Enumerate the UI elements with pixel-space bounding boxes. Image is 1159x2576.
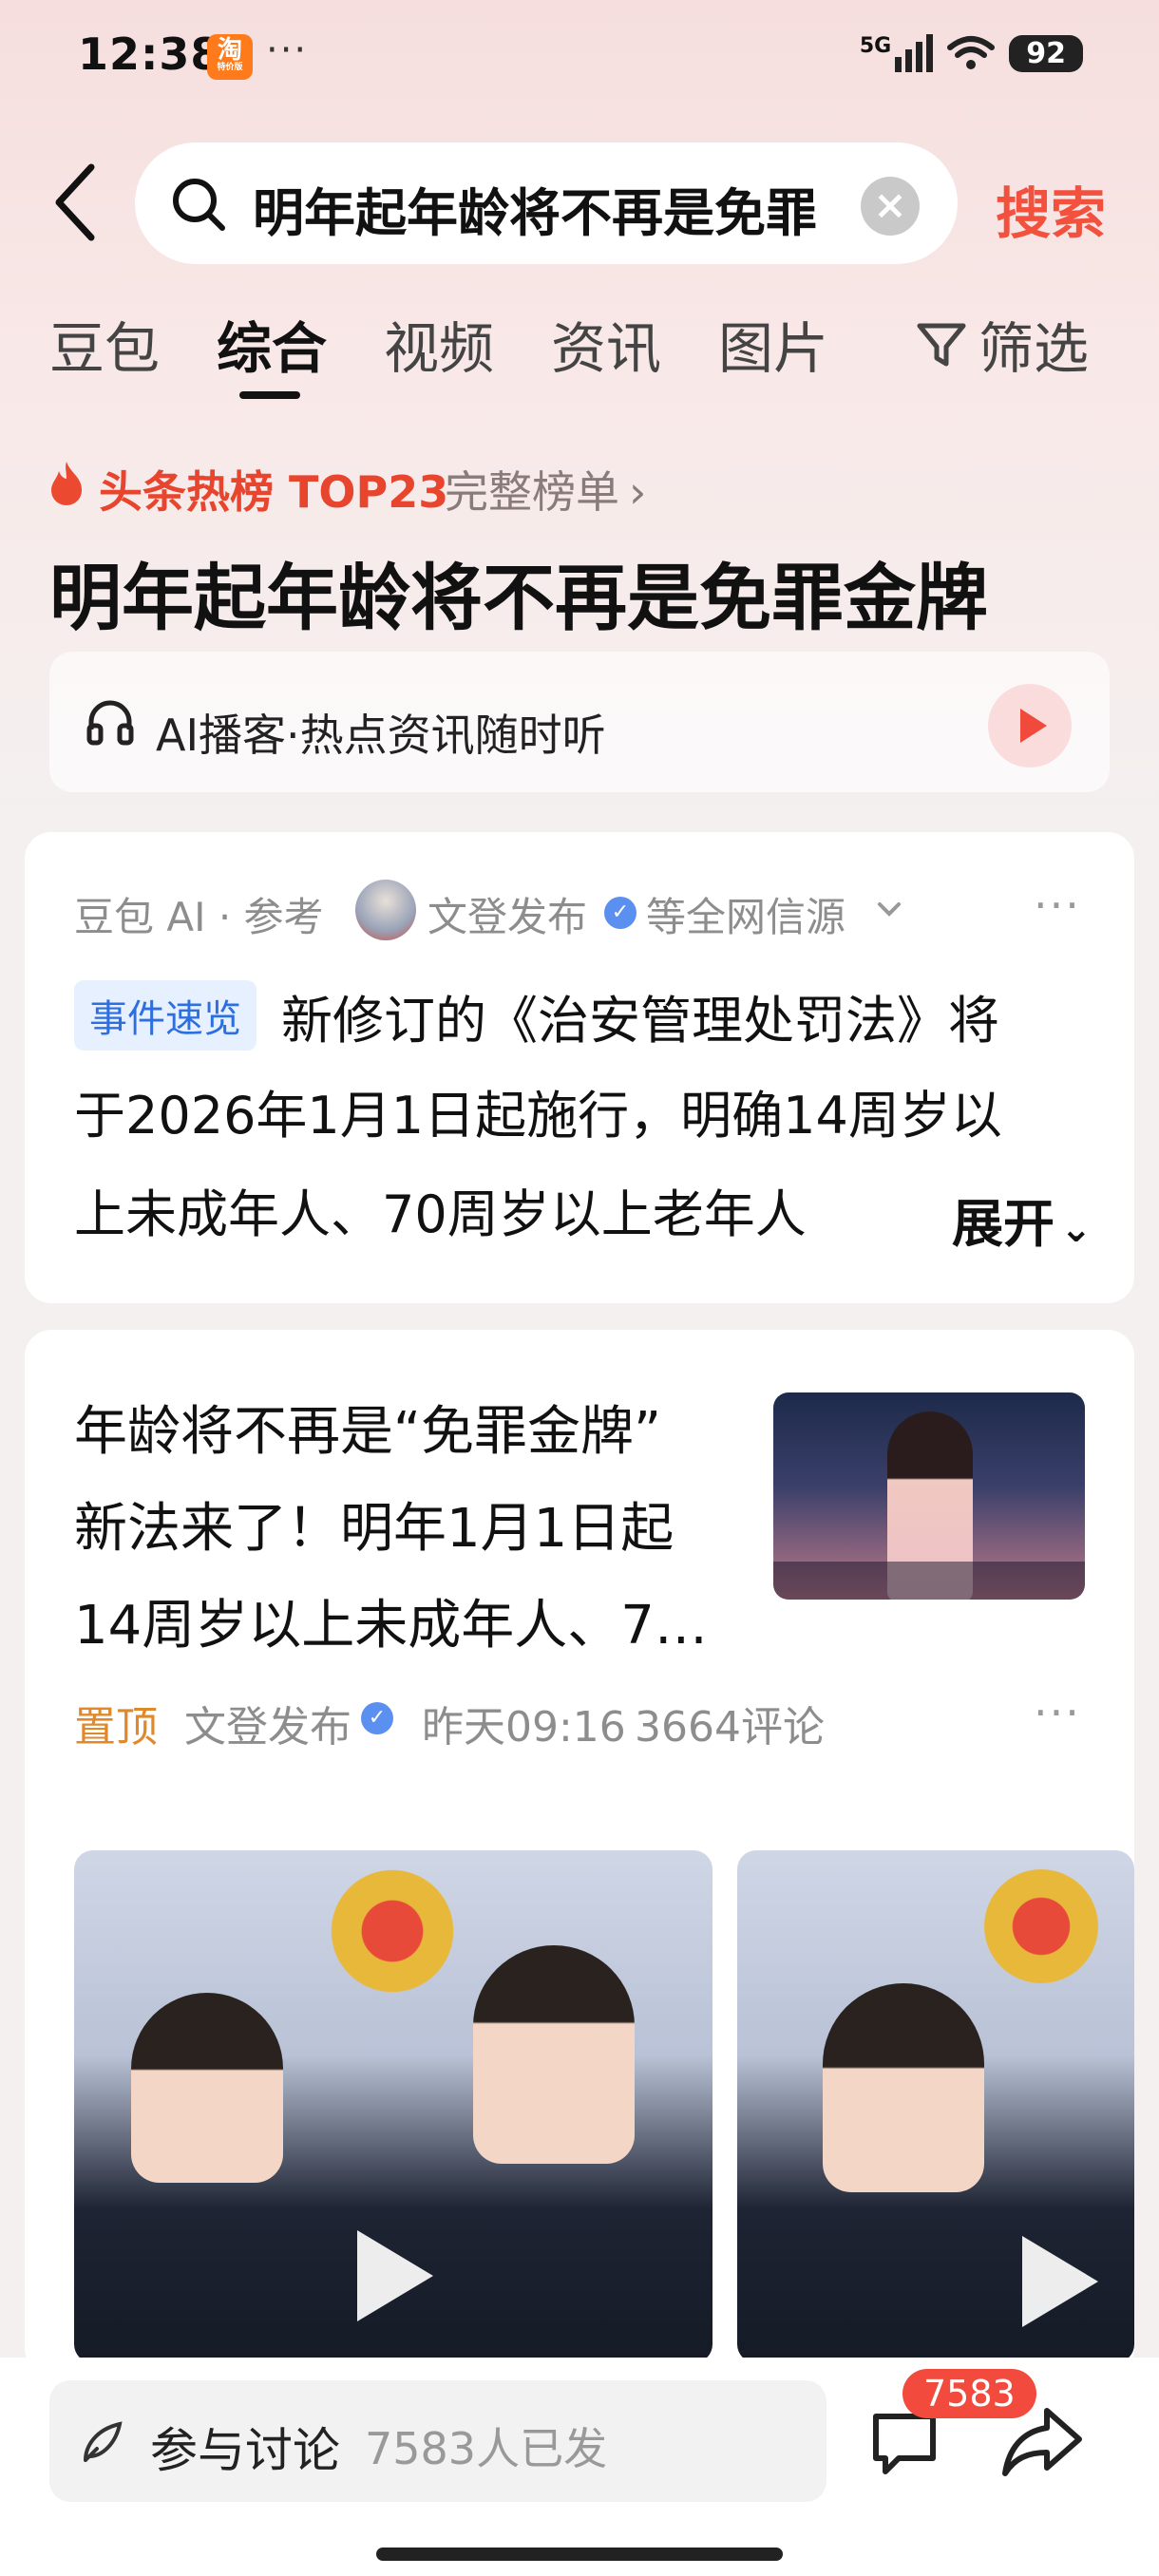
filter-button[interactable]: 筛选 xyxy=(914,304,1089,384)
summary-line: 新修订的《治安管理处罚法》将 xyxy=(281,991,999,1051)
chevron-down-icon: ⌄ xyxy=(1060,1207,1092,1251)
home-indicator[interactable] xyxy=(376,2548,783,2561)
signal-icon: 5G xyxy=(859,34,934,72)
status-time: 12:38 xyxy=(78,28,222,80)
news-title-line[interactable]: 年龄将不再是“免罪金牌” xyxy=(74,1389,661,1466)
chevron-down-icon[interactable] xyxy=(876,900,902,919)
more-options-icon[interactable]: ··· xyxy=(1034,1687,1081,1738)
clear-search-icon[interactable]: × xyxy=(861,177,920,236)
event-summary-tag: 事件速览 xyxy=(74,980,256,1051)
headphones-icon xyxy=(86,700,134,746)
news-author[interactable]: 文登发布 xyxy=(184,1693,352,1753)
full-list-link[interactable]: 完整榜单 › xyxy=(445,458,646,521)
more-options-icon[interactable]: ··· xyxy=(1034,880,1081,931)
search-icon xyxy=(173,179,225,231)
summary-line: 上未成年人、70周岁以上老年人 xyxy=(74,1184,807,1244)
status-indicators: 5G 92 xyxy=(860,34,1083,72)
back-arrow-icon[interactable] xyxy=(49,161,103,243)
news-thumbnail[interactable] xyxy=(773,1392,1085,1600)
tab-video[interactable]: 视频 xyxy=(384,304,494,384)
tab-images[interactable]: 图片 xyxy=(718,304,828,384)
battery-indicator: 92 xyxy=(1009,34,1083,72)
ai-source-suffix[interactable]: 等全网信源 xyxy=(646,885,846,943)
expand-label: 展开 xyxy=(952,1194,1054,1254)
chevron-right-icon: › xyxy=(629,466,647,518)
discuss-count: 7583人已发 xyxy=(365,2423,608,2474)
pinned-label: 置顶 xyxy=(74,1703,158,1752)
news-title-line[interactable]: 14周岁以上未成年人、7… xyxy=(74,1582,708,1659)
discuss-label: 参与讨论 xyxy=(150,2423,340,2478)
hot-list-rank[interactable]: 头条热榜 TOP23 xyxy=(99,458,448,521)
ai-source-name[interactable]: 文登发布 xyxy=(428,885,587,943)
play-icon xyxy=(1022,2236,1098,2327)
play-icon xyxy=(357,2230,433,2321)
filter-label: 筛选 xyxy=(978,316,1090,381)
flame-icon xyxy=(51,462,82,505)
news-time: 昨天09:16 xyxy=(422,1703,626,1752)
tab-doubao[interactable]: 豆包 xyxy=(49,304,160,384)
video-thumbnail[interactable] xyxy=(74,1850,712,2363)
full-list-label: 完整榜单 xyxy=(445,466,619,518)
taobao-app-icon: 淘特价版 xyxy=(207,34,253,80)
active-tab-indicator xyxy=(239,391,300,399)
tab-news[interactable]: 资讯 xyxy=(551,304,661,384)
network-type: 5G xyxy=(859,34,892,58)
wifi-icon xyxy=(947,36,996,69)
podcast-play-button[interactable] xyxy=(988,684,1072,767)
verified-icon: ✓ xyxy=(604,897,636,929)
share-icon[interactable] xyxy=(999,2401,1085,2481)
verified-icon: ✓ xyxy=(361,1702,393,1734)
ai-source-prefix: 豆包 AI · 参考 xyxy=(74,894,324,940)
news-title-line[interactable]: 新法来了！明年1月1日起 xyxy=(74,1486,674,1563)
source-avatar xyxy=(355,880,416,940)
page-title: 明年起年龄将不再是免罪金牌 xyxy=(49,556,988,640)
pen-icon xyxy=(84,2421,123,2462)
tab-comprehensive[interactable]: 综合 xyxy=(217,304,327,384)
search-query-text[interactable]: 明年起年龄将不再是免罪 xyxy=(253,171,832,246)
expand-button[interactable]: 展开 ⌄ xyxy=(914,1182,1092,1257)
play-icon xyxy=(1020,709,1047,743)
news-comment-count: 3664评论 xyxy=(635,1703,825,1752)
status-more-dots: ··· xyxy=(266,28,309,72)
summary-line: 于2026年1月1日起施行，明确14周岁以 xyxy=(74,1086,1002,1146)
search-button[interactable]: 搜索 xyxy=(996,169,1106,249)
video-thumbnail[interactable] xyxy=(737,1850,1134,2363)
podcast-label: AI播客·热点资讯随时听 xyxy=(156,710,606,761)
filter-icon xyxy=(917,323,966,367)
